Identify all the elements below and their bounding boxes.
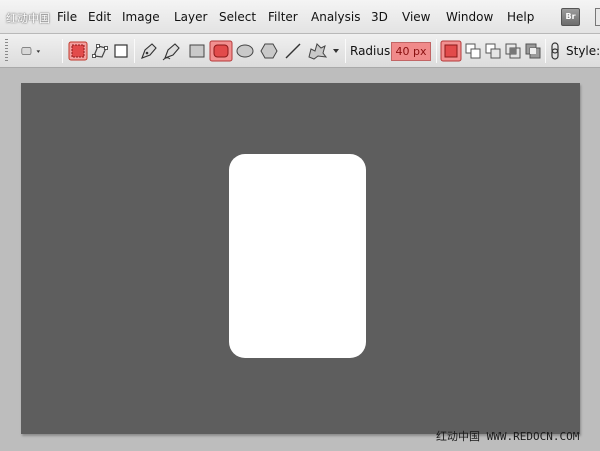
separator xyxy=(345,39,346,63)
custom-shape-tool-button[interactable] xyxy=(305,40,343,62)
line-tool-button[interactable] xyxy=(282,40,304,62)
fill-pixels-icon xyxy=(114,44,128,58)
menu-window[interactable]: Window xyxy=(446,10,493,24)
separator xyxy=(134,39,135,63)
menu-file[interactable]: File xyxy=(57,10,77,24)
line-tool-icon xyxy=(285,43,301,59)
rounded-rectangle-preset-icon xyxy=(21,47,41,55)
options-bar: Radius: 40 px Style: xyxy=(0,34,600,68)
custom-shape-tool-icon xyxy=(308,43,339,60)
polygon-tool-button[interactable] xyxy=(258,40,280,62)
menu-help[interactable]: Help xyxy=(507,10,534,24)
menu-image[interactable]: Image xyxy=(122,10,160,24)
ellipse-tool-button[interactable] xyxy=(234,40,256,62)
ellipse-tool-icon xyxy=(236,44,254,58)
menu-layer[interactable]: Layer xyxy=(174,10,207,24)
fill-pixels-button[interactable] xyxy=(110,40,132,62)
menu-select[interactable]: Select xyxy=(219,10,256,24)
paths-button[interactable] xyxy=(89,40,111,62)
launch-mini-bridge-button[interactable] xyxy=(595,8,600,26)
bridge-button[interactable]: Br xyxy=(561,8,580,26)
shape-layers-button[interactable] xyxy=(67,40,89,62)
exclude-overlapping-shape-areas-button[interactable] xyxy=(522,40,544,62)
pen-tool-button[interactable] xyxy=(138,40,160,62)
menu-bar: File Edit Image Layer Select Filter Anal… xyxy=(0,0,600,34)
paths-icon xyxy=(92,44,108,58)
intersect-shape-areas-button[interactable] xyxy=(502,40,524,62)
separator xyxy=(62,39,63,63)
polygon-tool-icon xyxy=(260,43,278,59)
separator xyxy=(436,39,437,63)
separator xyxy=(545,39,546,63)
freeform-pen-icon xyxy=(162,43,180,61)
menu-view[interactable]: View xyxy=(402,10,430,24)
rectangle-tool-icon xyxy=(189,44,205,58)
rectangle-tool-button[interactable] xyxy=(186,40,208,62)
chevron-down-icon xyxy=(36,50,41,53)
menu-edit[interactable]: Edit xyxy=(88,10,111,24)
options-bar-grip[interactable] xyxy=(5,39,8,63)
subtract-from-shape-area-button[interactable] xyxy=(482,40,504,62)
radius-input[interactable]: 40 px xyxy=(391,42,431,61)
subtract-shape-area-icon xyxy=(485,43,501,59)
menu-3d[interactable]: 3D xyxy=(371,10,388,24)
rounded-rectangle-tool-button[interactable] xyxy=(209,40,233,62)
exclude-overlap-icon xyxy=(525,43,541,59)
radius-label: Radius: xyxy=(350,44,395,58)
rounded-rectangle-tool-icon xyxy=(209,40,233,62)
style-label: Style: xyxy=(566,44,600,58)
rounded-rectangle-shape[interactable] xyxy=(229,154,366,358)
link-button[interactable] xyxy=(548,40,562,62)
add-shape-area-icon xyxy=(465,43,481,59)
pen-icon xyxy=(141,43,157,59)
watermark-top-left: 红动中国 xyxy=(6,12,50,25)
new-shape-layer-icon xyxy=(440,40,462,62)
document-canvas[interactable] xyxy=(21,83,580,434)
intersect-shape-areas-icon xyxy=(505,43,521,59)
add-to-shape-area-button[interactable] xyxy=(462,40,484,62)
tool-preset-picker[interactable] xyxy=(20,40,56,62)
menu-analysis[interactable]: Analysis xyxy=(311,10,360,24)
freeform-pen-tool-button[interactable] xyxy=(161,40,183,62)
watermark-bottom-right: 红动中国 WWW.REDOCN.COM xyxy=(436,430,580,443)
link-icon xyxy=(551,42,559,60)
chevron-down-icon xyxy=(333,49,339,53)
menu-filter[interactable]: Filter xyxy=(268,10,298,24)
shape-layers-icon xyxy=(68,41,88,61)
create-new-shape-layer-button[interactable] xyxy=(440,40,462,62)
